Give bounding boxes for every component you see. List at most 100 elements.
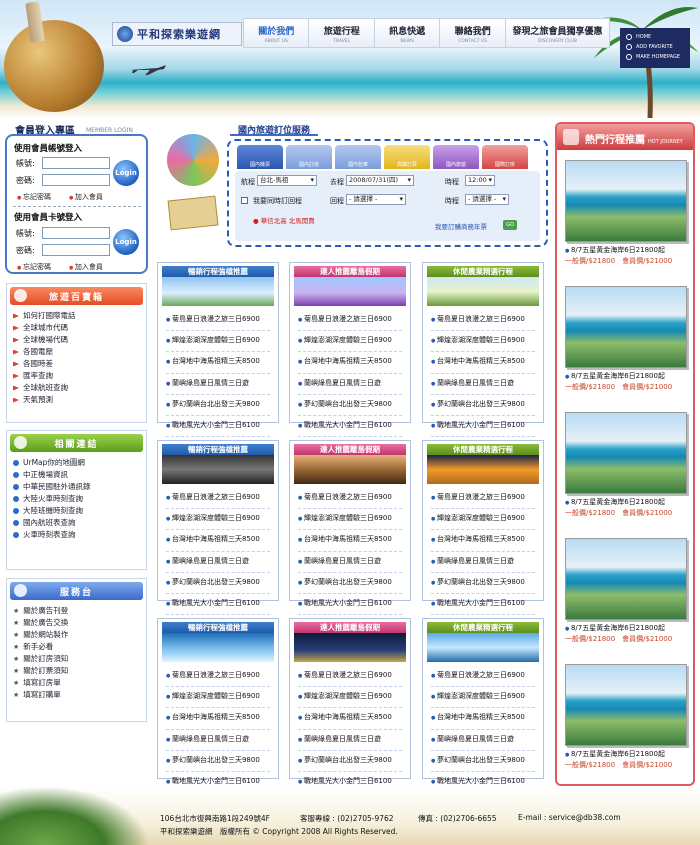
nav-discovery-club[interactable]: 發現之旅會員獨享優惠 DISCOVERY CLUB [506,19,609,47]
list-item[interactable]: 戰地風光大小金門三日6100 [431,416,535,438]
list-item[interactable]: 輝煌澎湖深度體驗三日6900 [166,509,270,531]
tour-card-image[interactable] [294,277,406,306]
list-item[interactable]: 台灣地中海馬祖精三天8500 [298,708,402,730]
list-item[interactable]: 夢幻蘭嶼台北出發三天9800 [166,751,270,773]
depart-date-select[interactable]: 2008/07/31(四) [346,175,414,186]
list-item[interactable]: 輝煌澎湖深度體驗三日6900 [298,509,402,531]
hot-journey-name[interactable]: 8/7五星黃金海岸6日21800起 [565,371,687,382]
list-item[interactable]: 蘭嶼綠島夏日風情三日遊 [166,374,270,395]
nav-travel[interactable]: 旅遊行程 TRAVEL [309,19,375,47]
list-item[interactable]: 大陸火車時刻查詢 [13,493,140,505]
list-item[interactable]: 台灣地中海馬祖精三天8500 [298,352,402,374]
list-item[interactable]: 台灣地中海馬祖精三天8500 [431,530,535,552]
card-account-input[interactable] [42,227,110,239]
list-item[interactable]: 輝煌澎湖深度體驗三日6900 [431,509,535,531]
list-item[interactable]: 蘭嶼綠島夏日風情三日遊 [431,730,535,751]
tour-card-title[interactable]: 休閒農業精選行程 [427,266,539,277]
tour-card-title[interactable]: 暢銷行程強檔推薦 [162,444,274,455]
list-item[interactable]: 新手必看 [13,641,140,653]
list-item[interactable]: 菊島夏日浪漫之旅三日6900 [166,488,270,510]
tour-card-title[interactable]: 暢銷行程強檔推薦 [162,266,274,277]
list-item[interactable]: 戰地風光大小金門三日6100 [166,416,270,438]
hot-journey-name[interactable]: 8/7五星黃金海岸6日21800起 [565,245,687,256]
list-item[interactable]: 夢幻蘭嶼台北出發三天9800 [298,751,402,773]
tab-domestic-car[interactable]: 國內包車 [335,145,381,169]
list-item[interactable]: 蘭嶼綠島夏日風情三日遊 [431,374,535,395]
list-item[interactable]: 蘭嶼綠島夏日風情三日遊 [431,552,535,573]
join-member-link[interactable]: 加入會員 [69,192,103,202]
card-join-member-link[interactable]: 加入會員 [69,262,103,272]
tour-card-image[interactable] [427,633,539,662]
list-item[interactable]: 關於訂票須知 [13,665,140,677]
list-item[interactable]: 夢幻蘭嶼台北出發三天9800 [431,573,535,595]
list-item[interactable]: 輝煌澎湖深度體驗三日6900 [166,331,270,353]
list-item[interactable]: 輝煌澎湖深度體驗三日6900 [298,687,402,709]
resort-photo[interactable] [565,286,687,368]
list-item[interactable]: 蘭嶼綠島夏日風情三日遊 [298,374,402,395]
resort-photo[interactable] [565,538,687,620]
list-item[interactable]: 火車時刻表查詢 [13,529,140,541]
list-item[interactable]: 天氣預測 [13,394,140,406]
list-item[interactable]: 填寫訂購單 [13,689,140,701]
tour-card-image[interactable] [294,633,406,662]
card-password-input[interactable] [42,244,110,256]
list-item[interactable]: 菊島夏日浪漫之旅三日6900 [298,666,402,688]
list-item[interactable]: 全球航班查詢 [13,382,140,394]
list-item[interactable]: 夢幻蘭嶼台北出發三天9800 [166,395,270,417]
list-item[interactable]: 全球城市代碼 [13,322,140,334]
list-item[interactable]: 關於訂房須知 [13,653,140,665]
list-item[interactable]: 夢幻蘭嶼台北出發三天9800 [166,573,270,595]
nav-news[interactable]: 訊息快遞 NEWS [375,19,441,47]
list-item[interactable]: 大陸班機時刻查詢 [13,505,140,517]
list-item[interactable]: 中正機場資訊 [13,469,140,481]
list-item[interactable]: 國內航班表查詢 [13,517,140,529]
account-input[interactable] [42,157,110,169]
list-item[interactable]: 蘭嶼綠島夏日風情三日遊 [298,552,402,573]
card-login-button[interactable]: Login [113,229,139,255]
route-select[interactable]: 台北-馬祖 [257,175,317,186]
password-input[interactable] [42,174,110,186]
list-item[interactable]: 菊島夏日浪漫之旅三日6900 [431,488,535,510]
card-forgot-password-link[interactable]: 忘記密碼 [17,262,51,272]
list-item[interactable]: 菊島夏日浪漫之旅三日6900 [431,666,535,688]
list-item[interactable]: 全球機場代碼 [13,334,140,346]
site-logo[interactable]: 平和探索樂遊網 [112,22,242,46]
return-checkbox[interactable] [241,197,248,204]
list-item[interactable]: 各國時差 [13,358,140,370]
list-item[interactable]: 輝煌澎湖深度體驗三日6900 [298,331,402,353]
list-item[interactable]: 戰地風光大小金門三日6100 [166,594,270,616]
footer-email[interactable]: E-mail : service@db38.com [518,813,638,824]
list-item[interactable]: 蘭嶼綠島夏日風情三日遊 [166,552,270,573]
list-item[interactable]: 夢幻蘭嶼台北出發三天9800 [298,395,402,417]
list-item[interactable]: 關於網站製作 [13,629,140,641]
list-item[interactable]: 戰地風光大小金門三日6100 [298,416,402,438]
list-item[interactable]: 夢幻蘭嶼台北出發三天9800 [431,751,535,773]
tour-card-title[interactable]: 暢銷行程強檔推薦 [162,622,274,633]
list-item[interactable]: 戰地風光大小金門三日6100 [431,594,535,616]
tour-card-title[interactable]: 達人推薦離島假期 [294,444,406,455]
list-item[interactable]: 輝煌澎湖深度體驗三日6900 [431,687,535,709]
promo-link[interactable]: ● 華信北高 北馬開賣 [253,215,315,225]
list-item[interactable]: 各國電壓 [13,346,140,358]
tour-card-image[interactable] [427,455,539,484]
depart-time-select[interactable]: 12:00 [465,175,495,186]
resort-photo[interactable] [565,664,687,746]
quick-home-link[interactable]: HOME [626,32,684,42]
tour-card-image[interactable] [294,455,406,484]
list-item[interactable]: 蘭嶼綠島夏日風情三日遊 [166,730,270,751]
tab-domestic-hotel[interactable]: 國內訂房 [286,145,332,169]
list-item[interactable]: 戰地風光大小金門三日6100 [298,594,402,616]
tour-card-title[interactable]: 達人推薦離島假期 [294,622,406,633]
list-item[interactable]: 菊島夏日浪漫之旅三日6900 [298,488,402,510]
quick-homepage-link[interactable]: MAKE HOMEPAGE [626,52,684,62]
list-item[interactable]: 菊島夏日浪漫之旅三日6900 [166,666,270,688]
login-button[interactable]: Login [113,160,139,186]
list-item[interactable]: 關於廣告刊登 [13,605,140,617]
resort-photo[interactable] [565,412,687,494]
quick-favorite-link[interactable]: ADD FAVORITE [626,42,684,52]
list-item[interactable]: 匯率查詢 [13,370,140,382]
list-item[interactable]: 關於廣告交換 [13,617,140,629]
list-item[interactable]: 輝煌澎湖深度體驗三日6900 [166,687,270,709]
tour-card-image[interactable] [162,455,274,484]
return-date-select[interactable]: - 請選擇 - [346,194,406,205]
